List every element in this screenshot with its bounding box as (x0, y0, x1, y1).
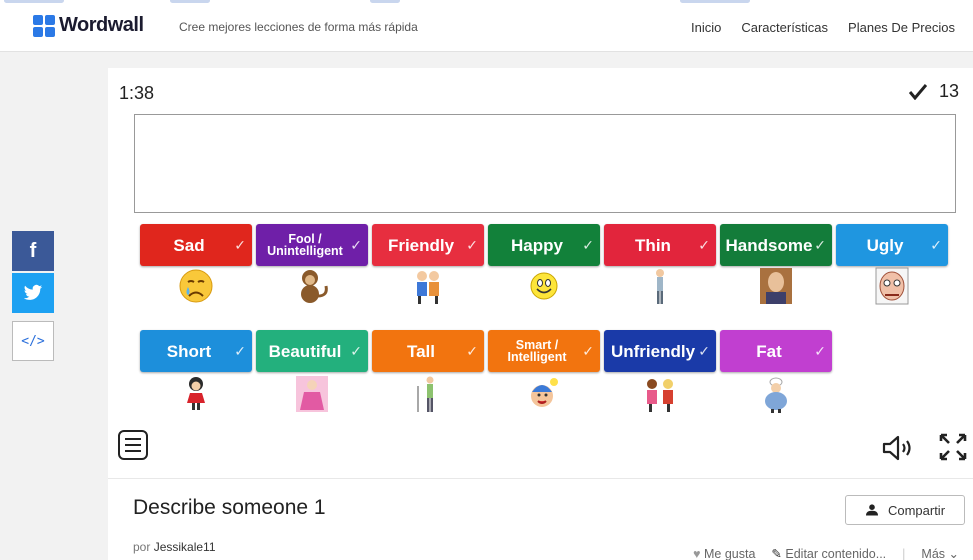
monkey-icon (301, 270, 328, 303)
twitter-icon (23, 284, 43, 300)
code-icon: </> (21, 333, 45, 349)
nav-inicio[interactable]: Inicio (691, 20, 721, 35)
score-value: 13 (938, 81, 959, 101)
crying-face-icon (179, 269, 213, 303)
share-button[interactable]: Compartir (845, 495, 965, 525)
word-tile[interactable]: Thin ✓ (604, 224, 716, 266)
short-girl-icon (187, 377, 205, 410)
embed-button[interactable]: </> (12, 321, 54, 361)
word-label: Fat (756, 341, 782, 361)
word-tile[interactable]: Ugly ✓ (836, 224, 948, 266)
menu-button[interactable] (118, 430, 148, 460)
princess-icon (296, 376, 328, 412)
logo-text: Wordwall (59, 14, 144, 36)
more-button[interactable]: Más ⌄ (921, 546, 959, 560)
arguing-kids-icon (647, 379, 673, 412)
wordwall-logo[interactable]: Wordwall (33, 14, 144, 37)
author-line: por Jessikale11 (133, 540, 216, 554)
word-label: Thin (635, 235, 671, 255)
word-tile[interactable]: Smart / Intelligent ✓ (488, 330, 600, 372)
tile-check-icon: ✓ (234, 343, 246, 359)
tile-check-icon: ✓ (582, 343, 594, 359)
tile-check-icon: ✓ (698, 343, 710, 359)
tagline: Cree mejores lecciones de forma más rápi… (179, 20, 418, 34)
word-tile[interactable]: Sad ✓ (140, 224, 252, 266)
timer: 1:38 (119, 83, 155, 103)
thin-man-icon (656, 269, 664, 304)
activity-info: Describe someone 1 Compartir por Jessika… (108, 478, 973, 560)
tile-check-icon: ✓ (698, 237, 710, 253)
word-label: Fool / Unintelligent (267, 231, 343, 258)
word-label: Tall (406, 341, 436, 361)
chevron-down-icon: ⌄ (948, 547, 959, 560)
tile-check-icon: ✓ (350, 237, 362, 253)
browser-strip (0, 0, 973, 4)
more-label: Más (921, 547, 946, 560)
tile-check-icon: ✓ (582, 237, 594, 253)
facebook-share-button[interactable]: f (12, 231, 54, 271)
handsome-man-icon (760, 268, 792, 304)
word-tile[interactable]: Fool / Unintelligent ✓ (256, 224, 368, 266)
nav-planes[interactable]: Planes De Precios (848, 20, 955, 35)
tile-check-icon: ✓ (234, 237, 246, 253)
logo-grid-icon (33, 14, 55, 37)
top-header: Wordwall Cree mejores lecciones de forma… (0, 0, 973, 52)
score: 13 (908, 81, 959, 102)
tile-check-icon: ✓ (814, 343, 826, 359)
divider: | (902, 546, 906, 560)
tile-check-icon: ✓ (466, 237, 478, 253)
word-label: Sad (173, 235, 205, 255)
word-label: Handsome (725, 235, 813, 255)
tall-person-icon (417, 376, 434, 412)
fat-chef-icon (765, 377, 787, 413)
word-tile[interactable]: Friendly ✓ (372, 224, 484, 266)
activity-actions: ♥ Me gusta ✎ Editar contenido... | Más ⌄ (693, 546, 959, 560)
like-label: Me gusta (704, 546, 756, 560)
children-hugging-icon (417, 271, 439, 304)
smart-kid-icon (531, 378, 558, 407)
author-prefix: por (133, 540, 151, 554)
word-tile[interactable]: Unfriendly ✓ (604, 330, 716, 372)
tile-check-icon: ✓ (350, 343, 362, 359)
speaker-icon[interactable] (882, 434, 916, 462)
top-nav: Inicio Características Planes De Precios (691, 20, 955, 35)
word-tile[interactable]: Short ✓ (140, 330, 252, 372)
word-label: Unfriendly (610, 341, 696, 361)
author-link[interactable]: Jessikale11 (154, 540, 216, 554)
facebook-icon: f (29, 239, 37, 262)
tile-check-icon: ✓ (930, 237, 942, 253)
nav-caracteristicas[interactable]: Características (741, 20, 828, 35)
ugly-face-icon (875, 267, 909, 305)
fullscreen-icon[interactable] (938, 432, 968, 462)
edit-label: Editar contenido... (785, 547, 887, 560)
edit-content-button[interactable]: ✎ Editar contenido... (771, 546, 886, 560)
word-label: Friendly (387, 235, 455, 255)
word-tile[interactable]: Tall ✓ (372, 330, 484, 372)
word-label: Ugly (866, 235, 904, 255)
heart-icon: ♥ (693, 546, 701, 560)
answer-drop-zone[interactable] (134, 114, 956, 213)
share-label: Compartir (887, 502, 946, 518)
word-tile[interactable]: Fat ✓ (720, 330, 832, 372)
activity-title: Describe someone 1 (133, 496, 326, 519)
word-tile[interactable]: Happy ✓ (488, 224, 600, 266)
pencil-icon: ✎ (771, 547, 782, 560)
word-label: Smart / Intelligent (507, 337, 567, 364)
smiley-face-icon (530, 272, 558, 300)
word-tile[interactable]: Handsome ✓ (720, 224, 832, 266)
like-button[interactable]: ♥ Me gusta (693, 547, 755, 560)
word-label: Short (166, 341, 212, 361)
word-label: Beautiful (268, 341, 342, 361)
checkmark-icon (908, 83, 927, 100)
user-icon (865, 504, 878, 516)
word-label: Happy (511, 235, 563, 255)
tile-check-icon: ✓ (466, 343, 478, 359)
tile-check-icon: ✓ (814, 237, 826, 253)
word-tile[interactable]: Beautiful ✓ (256, 330, 368, 372)
twitter-share-button[interactable] (12, 273, 54, 313)
